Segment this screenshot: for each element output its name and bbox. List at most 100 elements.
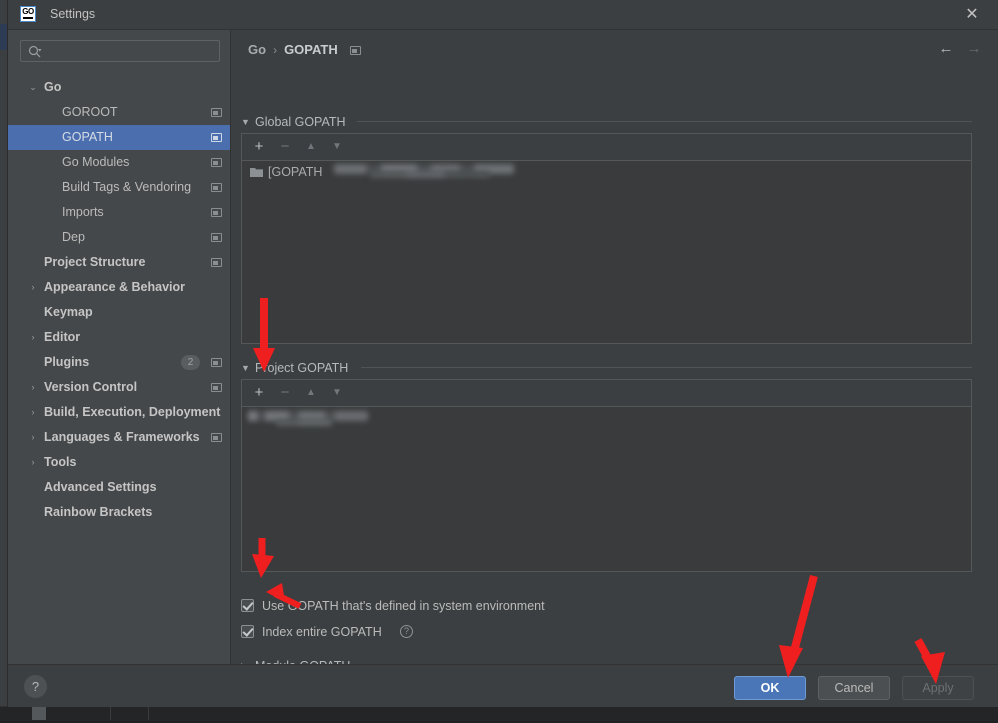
copy-settings-path-icon[interactable] — [211, 108, 222, 117]
sidebar-item-label: Version Control — [44, 380, 138, 394]
global-gopath-section-header[interactable]: ▼ Global GOPATH — [241, 112, 346, 130]
sidebar-item-tools[interactable]: › Tools — [8, 450, 230, 475]
sidebar-item-label: Build, Execution, Deployment — [44, 405, 221, 419]
project-gopath-title: Project GOPATH — [255, 360, 349, 375]
sidebar-item-badge: 2 — [181, 355, 200, 370]
list-item[interactable]: [GOPATH — [242, 161, 971, 183]
sidebar-item-project-structure[interactable]: Project Structure — [8, 250, 230, 275]
sidebar-item-label: Go — [44, 80, 62, 94]
sidebar-item-label: Plugins — [44, 355, 90, 369]
redacted-path-shadow — [276, 419, 332, 426]
sidebar-item-go[interactable]: ⌄ Go — [8, 75, 230, 100]
project-gopath-toolbar: + − ▲ ▼ — [242, 380, 971, 407]
sidebar-item-gopath[interactable]: GOPATH — [8, 125, 230, 150]
search-icon — [28, 45, 42, 59]
sidebar-item-go-modules[interactable]: Go Modules — [8, 150, 230, 175]
move-down-button[interactable]: ▼ — [328, 384, 346, 402]
add-button[interactable]: + — [250, 138, 268, 156]
settings-tree: ⌄ Go GOROOT GOPATH Go Modules Build Tags & Ve… — [8, 75, 230, 525]
background-status-block — [32, 707, 46, 720]
sidebar-item-label: Dep — [62, 230, 85, 244]
copy-settings-path-icon[interactable] — [211, 208, 222, 217]
sidebar-item-label: Advanced Settings — [44, 480, 157, 494]
copy-settings-path-icon[interactable] — [211, 358, 222, 367]
copy-settings-path-icon[interactable] — [349, 46, 361, 55]
search-input[interactable] — [20, 40, 220, 62]
forward-arrow-icon[interactable]: → — [964, 39, 984, 59]
back-arrow-icon[interactable]: ← — [936, 39, 956, 59]
sidebar-item-label: Tools — [44, 455, 77, 469]
sidebar-item-label: Build Tags & Vendoring — [62, 180, 192, 194]
sidebar-item-version-control[interactable]: › Version Control — [8, 375, 230, 400]
sidebar-item-label: Rainbow Brackets — [44, 505, 153, 519]
background-status-bar — [0, 706, 998, 721]
sidebar-item-editor[interactable]: › Editor — [8, 325, 230, 350]
chevron-down-icon: ▼ — [241, 362, 250, 373]
use-system-gopath-checkbox[interactable] — [241, 599, 254, 612]
close-icon[interactable]: ✕ — [962, 5, 982, 25]
sidebar-item-appearance-behavior[interactable]: › Appearance & Behavior — [8, 275, 230, 300]
sidebar-item-plugins[interactable]: Plugins 2 — [8, 350, 230, 375]
settings-dialog: GO Settings ✕ ⌄ Go GOROOT GOPATH Go Modules B… — [8, 0, 998, 707]
sidebar-item-rainbow-brackets[interactable]: Rainbow Brackets — [8, 500, 230, 525]
copy-settings-path-icon[interactable] — [211, 133, 222, 142]
help-icon[interactable]: ? — [400, 625, 413, 638]
sidebar-item-advanced-settings[interactable]: Advanced Settings — [8, 475, 230, 500]
copy-settings-path-icon[interactable] — [211, 258, 222, 267]
sidebar-item-label: Go Modules — [62, 155, 130, 169]
sidebar-item-label: GOROOT — [62, 105, 118, 119]
sidebar-item-label: Imports — [62, 205, 104, 219]
sidebar-item-languages-frameworks[interactable]: › Languages & Frameworks — [8, 425, 230, 450]
copy-settings-path-icon[interactable] — [211, 183, 222, 192]
move-up-button[interactable]: ▲ — [302, 138, 320, 156]
sidebar-item-build-execution-deployment[interactable]: › Build, Execution, Deployment — [8, 400, 230, 425]
move-up-button[interactable]: ▲ — [302, 384, 320, 402]
settings-content-panel: Go › GOPATH ← → ▼ Global GOPATH + − ▲ ▼ — [231, 30, 998, 673]
copy-settings-path-icon[interactable] — [211, 233, 222, 242]
breadcrumb-separator: › — [273, 43, 278, 57]
breadcrumb-root[interactable]: Go — [248, 42, 266, 57]
breadcrumb-current: GOPATH — [284, 42, 338, 57]
chevron-down-icon: ▼ — [241, 116, 250, 127]
global-gopath-list[interactable]: [GOPATH — [242, 161, 971, 343]
index-entire-gopath-checkbox[interactable] — [241, 625, 254, 638]
project-gopath-section-header[interactable]: ▼ Project GOPATH — [241, 358, 348, 376]
global-gopath-item-text: [GOPATH — [268, 165, 323, 179]
remove-button[interactable]: − — [276, 138, 294, 156]
dialog-body: ⌄ Go GOROOT GOPATH Go Modules Build Tags & Ve… — [8, 30, 998, 673]
chevron-down-icon: ⌄ — [29, 82, 37, 92]
remove-button[interactable]: − — [276, 384, 294, 402]
sidebar-item-goroot[interactable]: GOROOT — [8, 100, 230, 125]
dialog-title: Settings — [50, 7, 96, 21]
project-gopath-list[interactable] — [242, 407, 971, 571]
chevron-right-icon: › — [31, 432, 35, 442]
add-button[interactable]: + — [250, 384, 268, 402]
help-button[interactable]: ? — [24, 675, 47, 698]
project-gopath-list-panel: + − ▲ ▼ — [241, 379, 972, 572]
go-logo-icon: GO — [20, 6, 36, 22]
copy-settings-path-icon[interactable] — [211, 158, 222, 167]
sidebar-item-imports[interactable]: Imports — [8, 200, 230, 225]
redacted-path-shadow — [370, 171, 490, 178]
copy-settings-path-icon[interactable] — [211, 433, 222, 442]
list-item[interactable] — [242, 407, 971, 429]
global-gopath-title: Global GOPATH — [255, 114, 346, 129]
sidebar-item-label: Project Structure — [44, 255, 146, 269]
chevron-right-icon: › — [31, 282, 35, 292]
sidebar-item-dep[interactable]: Dep — [8, 225, 230, 250]
global-gopath-list-panel: + − ▲ ▼ [GOPATH — [241, 133, 972, 344]
apply-button[interactable]: Apply — [902, 676, 974, 700]
sidebar-item-label: GOPATH — [62, 130, 113, 144]
dialog-footer: ? OK Cancel Apply — [8, 664, 998, 707]
copy-settings-path-icon[interactable] — [211, 383, 222, 392]
sidebar-item-build-tags-vendoring[interactable]: Build Tags & Vendoring — [8, 175, 230, 200]
sidebar-item-label: Editor — [44, 330, 81, 344]
move-down-button[interactable]: ▼ — [328, 138, 346, 156]
sidebar-item-label: Keymap — [44, 305, 93, 319]
cancel-button[interactable]: Cancel — [818, 676, 890, 700]
settings-sidebar: ⌄ Go GOROOT GOPATH Go Modules Build Tags & Ve… — [8, 30, 231, 664]
dialog-titlebar: GO Settings ✕ — [8, 0, 998, 30]
section-rule — [361, 367, 972, 368]
ok-button[interactable]: OK — [734, 676, 806, 700]
sidebar-item-keymap[interactable]: Keymap — [8, 300, 230, 325]
